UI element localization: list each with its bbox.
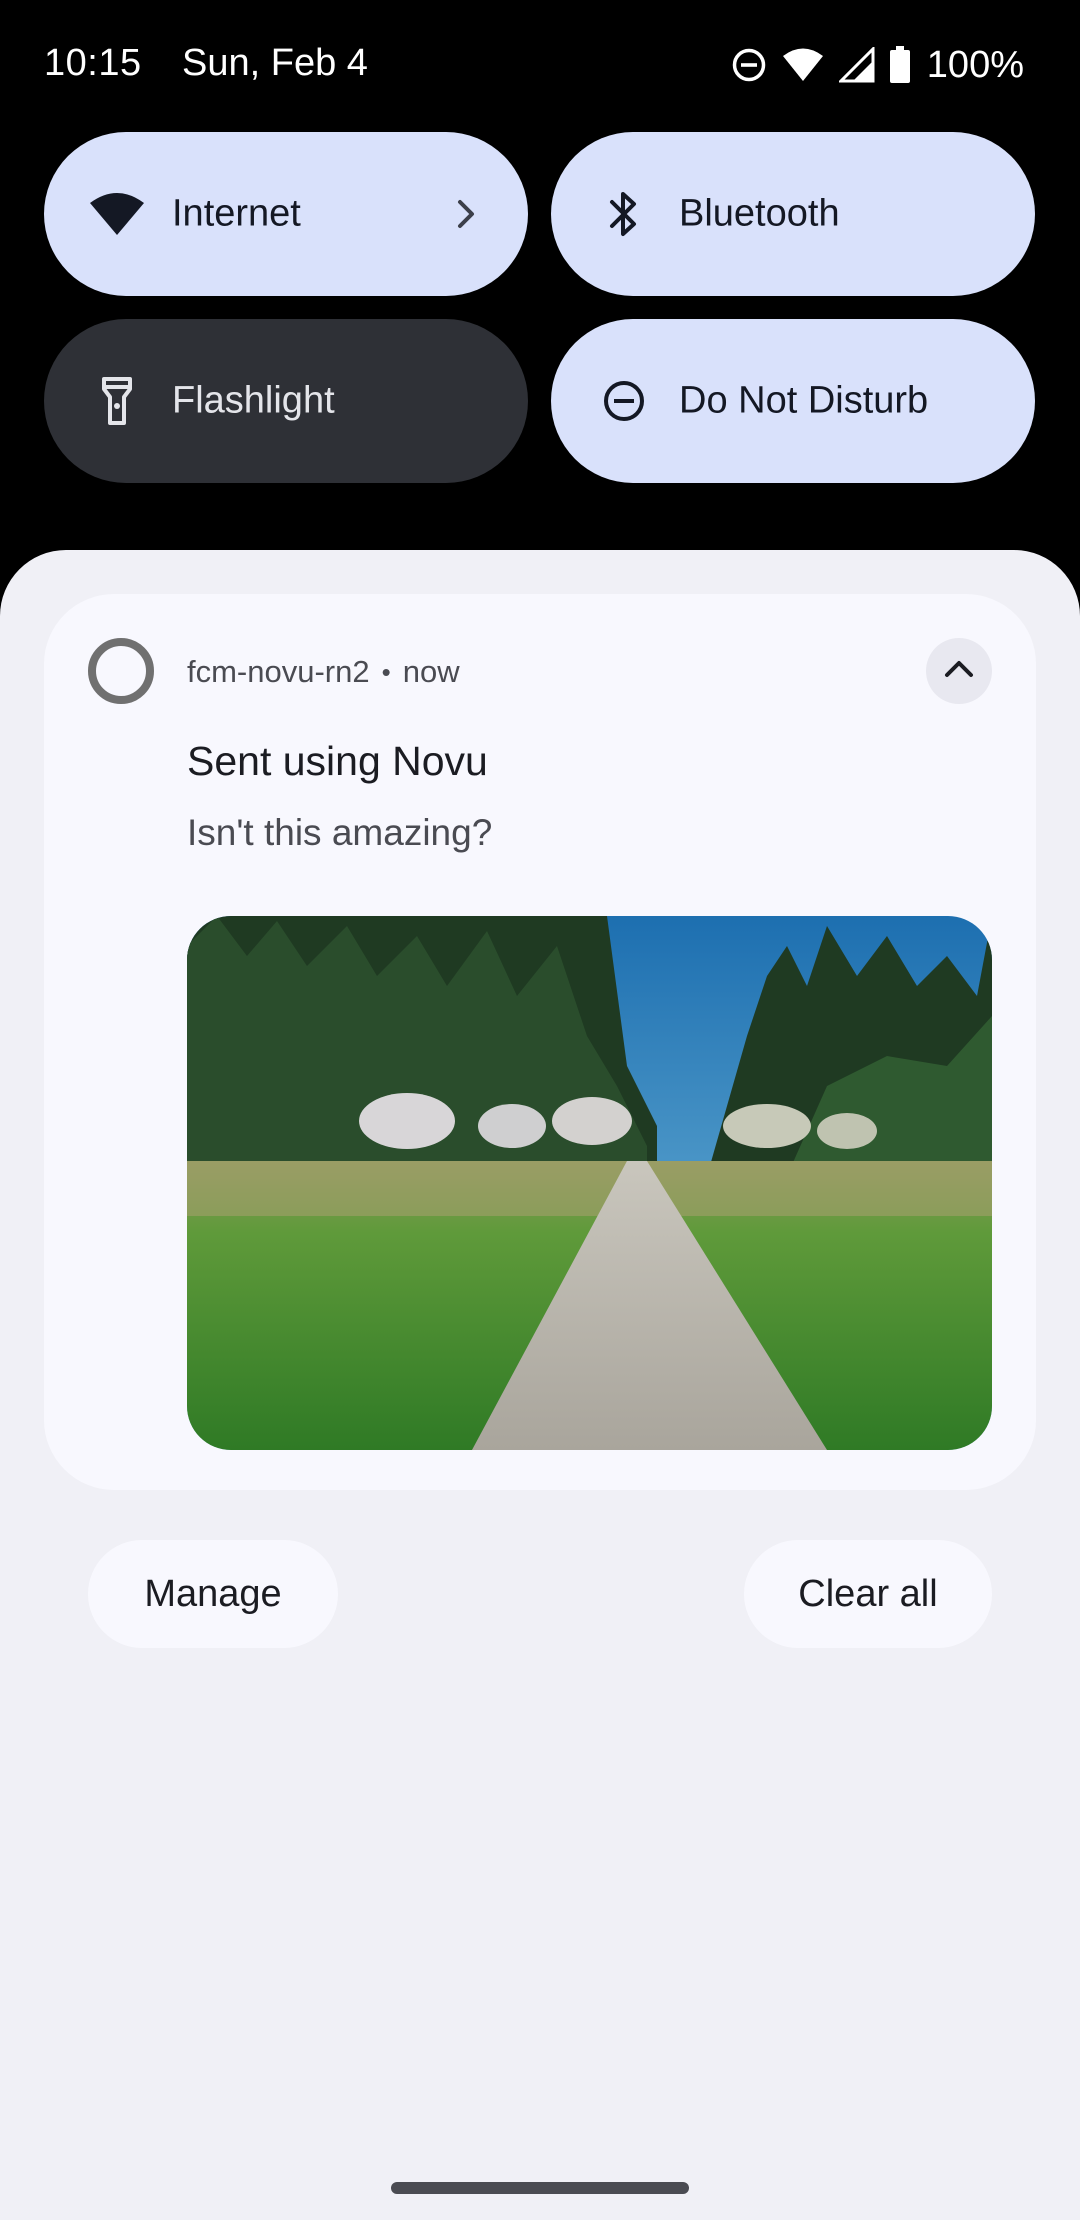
battery-percentage: 100% bbox=[926, 43, 1024, 86]
do-not-disturb-icon bbox=[731, 47, 767, 83]
tile-flashlight-label: Flashlight bbox=[172, 379, 335, 422]
chevron-right-icon bbox=[448, 196, 484, 232]
app-icon bbox=[88, 638, 154, 704]
status-icons: 100% bbox=[731, 40, 1024, 90]
wifi-icon bbox=[86, 183, 148, 245]
tile-do-not-disturb-label: Do Not Disturb bbox=[679, 379, 929, 422]
tile-bluetooth-label: Bluetooth bbox=[679, 192, 840, 235]
notification-panel: fcm-novu-rn2 • now Sent using Novu Isn't… bbox=[0, 550, 1080, 2220]
tile-internet-label: Internet bbox=[172, 192, 301, 235]
notification-header: fcm-novu-rn2 • now bbox=[187, 654, 460, 690]
notification-time: now bbox=[402, 654, 460, 689]
home-indicator[interactable] bbox=[391, 2182, 689, 2194]
wifi-icon bbox=[781, 47, 825, 83]
tile-do-not-disturb[interactable]: Do Not Disturb bbox=[551, 319, 1035, 483]
status-time: 10:15 bbox=[44, 42, 142, 84]
battery-icon bbox=[889, 46, 911, 84]
flashlight-icon bbox=[86, 370, 148, 432]
collapse-button[interactable] bbox=[926, 638, 992, 704]
tile-bluetooth[interactable]: Bluetooth bbox=[551, 132, 1035, 296]
app-name: fcm-novu-rn2 bbox=[187, 654, 370, 689]
notification-shade-screen: 10:15 Sun, Feb 4 100% Internet Bluetooth… bbox=[0, 0, 1080, 2220]
chevron-up-icon bbox=[939, 649, 979, 694]
notification-body: Isn't this amazing? bbox=[187, 812, 493, 853]
cell-signal-icon bbox=[838, 47, 875, 83]
notification-title: Sent using Novu bbox=[187, 738, 488, 784]
tile-flashlight[interactable]: Flashlight bbox=[44, 319, 528, 483]
clear-all-button[interactable]: Clear all bbox=[744, 1540, 992, 1648]
manage-button[interactable]: Manage bbox=[88, 1540, 338, 1648]
bluetooth-icon bbox=[593, 183, 655, 245]
status-date: Sun, Feb 4 bbox=[182, 42, 368, 84]
tile-internet[interactable]: Internet bbox=[44, 132, 528, 296]
do-not-disturb-icon bbox=[593, 370, 655, 432]
status-bar: 10:15 Sun, Feb 4 100% bbox=[0, 0, 1080, 134]
notification-image bbox=[187, 916, 992, 1450]
notification-card[interactable]: fcm-novu-rn2 • now Sent using Novu Isn't… bbox=[44, 594, 1036, 1490]
header-separator: • bbox=[381, 656, 391, 687]
